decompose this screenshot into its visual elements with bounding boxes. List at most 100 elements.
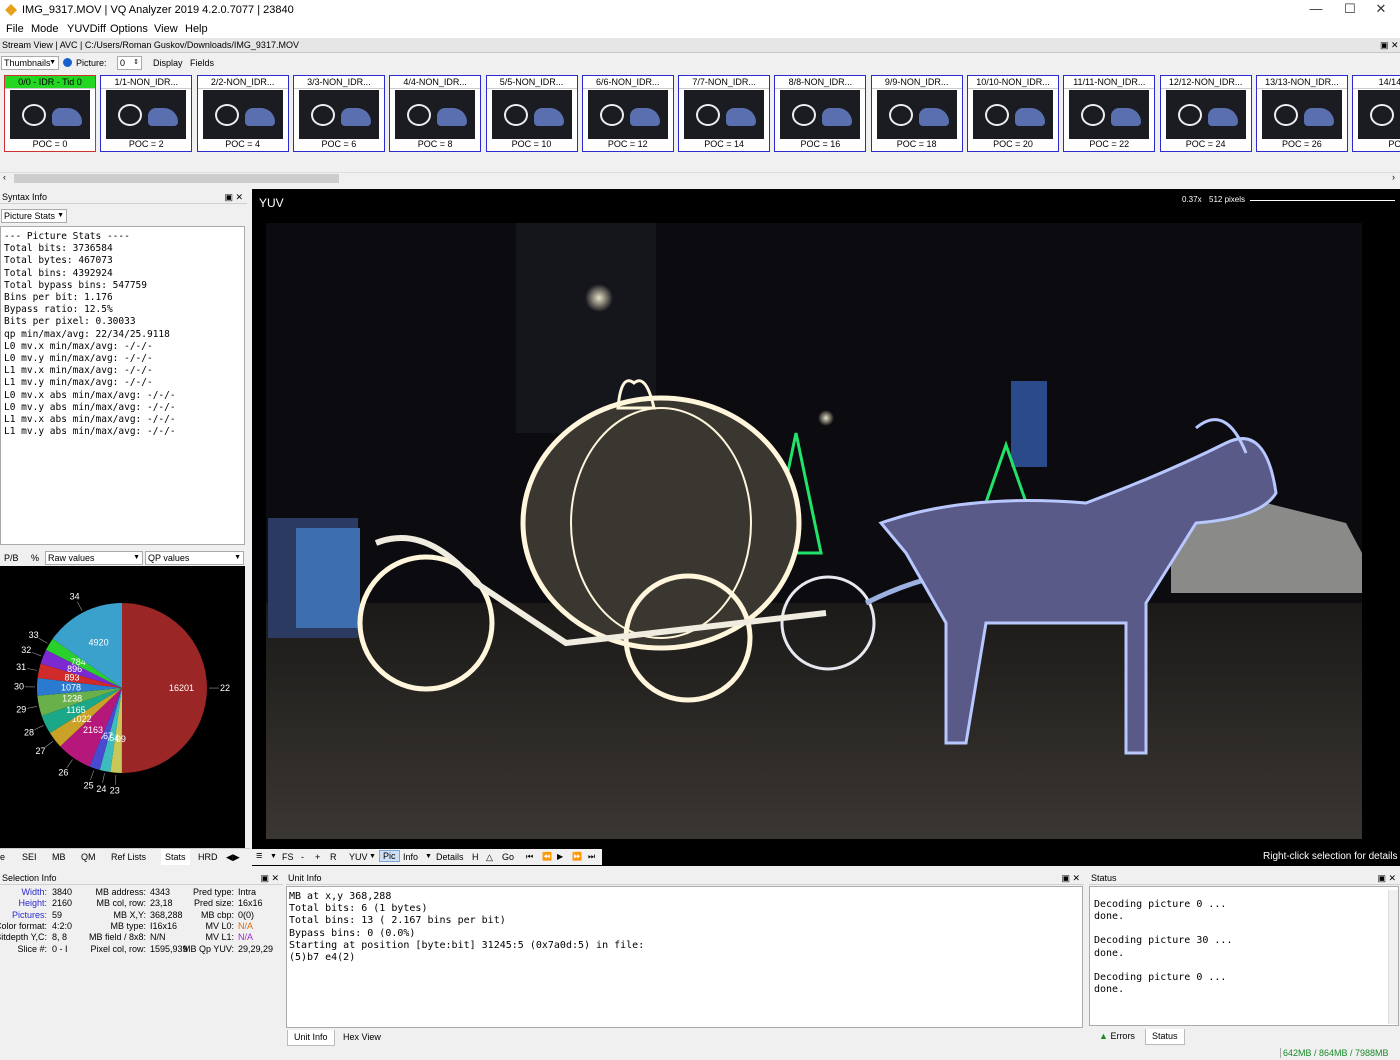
thumbnail-image: [973, 90, 1053, 139]
percent-toggle[interactable]: %: [31, 553, 39, 563]
prev-frame-icon[interactable]: ⏪: [542, 852, 552, 861]
selection-label: MB address:: [95, 887, 146, 897]
pie-qp-label: 31: [16, 662, 26, 672]
raw-values-select[interactable]: Raw values ▼: [45, 551, 143, 565]
thumbnail[interactable]: 2/2-NON_IDR... POC = 4: [196, 75, 289, 152]
tab-hex-view[interactable]: Hex View: [337, 1030, 387, 1046]
picture-label: Picture:: [76, 58, 107, 68]
minimize-button[interactable]: —: [1297, 0, 1335, 20]
next-frame-icon[interactable]: ⏩: [572, 852, 582, 861]
video-frame[interactable]: [266, 223, 1362, 839]
pie-value-label: 4920: [89, 638, 109, 648]
pie-leader-line: [34, 725, 44, 731]
pb-toggle[interactable]: P/B: [4, 553, 19, 563]
pie-leader-line: [27, 706, 38, 709]
scroll-left-icon[interactable]: ‹: [3, 172, 6, 182]
thumbnail[interactable]: 3/3-NON_IDR... POC = 6: [292, 75, 385, 152]
thumbnail[interactable]: 7/7-NON_IDR... POC = 14: [678, 75, 771, 152]
status-log: Decoding picture 0 ... done. Decoding pict…: [1089, 886, 1399, 1026]
thumbnail[interactable]: 8/8-NON_IDR... POC = 16: [774, 75, 867, 152]
qp-values-select[interactable]: QP values ▼: [145, 551, 244, 565]
thumbnail[interactable]: 5/5-NON_IDR... POC = 10: [485, 75, 578, 152]
scroll-right-icon[interactable]: ›: [1392, 172, 1395, 182]
reset-button[interactable]: R: [330, 852, 337, 862]
stats-line: qp min/max/avg: 22/34/25.9118: [4, 328, 170, 340]
thumbnail-poc: POC = 6: [321, 139, 357, 149]
thumbnail[interactable]: 1/1-NON_IDR... POC = 2: [100, 75, 193, 152]
tab-mb[interactable]: MB: [52, 852, 66, 862]
info-icon[interactable]: [63, 58, 72, 67]
info-toggle[interactable]: Info: [403, 852, 418, 862]
thumbnail[interactable]: 0/0 - IDR - Tid 0 POC = 0: [4, 75, 96, 152]
pic-toggle[interactable]: Pic: [379, 850, 400, 862]
thumbnail-scrollbar[interactable]: ‹ ›: [0, 172, 1400, 184]
selection-value: I16x16: [150, 920, 178, 931]
tab-scroll-icon[interactable]: ◀▶: [226, 852, 240, 863]
menu-dropdown-icon[interactable]: ▼: [270, 853, 277, 860]
selection-label: MV L0:: [205, 920, 234, 931]
yuv-video-view[interactable]: YUV 0.37x 512 pixels Right-click selecti…: [252, 189, 1400, 866]
thumbnail[interactable]: 13/13-NON_IDR... POC = 26: [1255, 75, 1348, 152]
view-mode-select[interactable]: Thumbnails ▼: [1, 56, 59, 70]
thumbnail-poc: POC = 12: [607, 139, 648, 149]
syntax-mode-select[interactable]: Picture Stats ▼: [1, 209, 67, 223]
pie-qp-label: 33: [29, 630, 39, 640]
fullscreen-button[interactable]: FS: [282, 852, 294, 862]
tab-errors[interactable]: ▲ Errors: [1093, 1029, 1141, 1045]
stats-line: L0 mv.y min/max/avg: -/-/-: [4, 353, 153, 365]
status-scrollbar[interactable]: [1388, 890, 1398, 1024]
menu-file[interactable]: File: [6, 23, 24, 35]
stream-view-controls[interactable]: ▣ ✕: [1380, 40, 1399, 51]
thumbnail[interactable]: 11/11-NON_IDR... POC = 22: [1063, 75, 1156, 152]
histogram-toggle[interactable]: H: [472, 852, 479, 862]
delta-icon[interactable]: △: [486, 852, 493, 863]
menu-options[interactable]: Options: [110, 23, 148, 35]
yuv-dropdown-icon[interactable]: ▼: [369, 853, 376, 860]
menu-yuvdiff[interactable]: YUVDiff: [67, 23, 106, 35]
selection-info-controls[interactable]: ▣ ✕: [260, 871, 279, 885]
tab-e[interactable]: e: [0, 852, 5, 862]
last-frame-icon[interactable]: ⏭: [588, 852, 595, 862]
thumbnail-image: [491, 90, 572, 139]
pie-slice: [121, 603, 208, 773]
thumbnail[interactable]: 6/6-NON_IDR... POC = 12: [581, 75, 674, 152]
status-controls[interactable]: ▣ ✕: [1377, 871, 1396, 885]
picture-spinner[interactable]: 0 ⇕: [117, 56, 142, 70]
first-frame-icon[interactable]: ⏮: [526, 852, 533, 862]
thumbnail[interactable]: 9/9-NON_IDR... POC = 18: [870, 75, 963, 152]
thumbnail[interactable]: 4/4-NON_IDR... POC = 8: [389, 75, 482, 152]
tab-unit-info[interactable]: Unit Info: [287, 1030, 335, 1046]
unit-info-controls[interactable]: ▣ ✕: [1061, 871, 1080, 885]
tab-qm[interactable]: QM: [81, 852, 96, 862]
zoom-in-button[interactable]: +: [315, 852, 320, 862]
tab-stats[interactable]: Stats: [161, 849, 190, 865]
menu-help[interactable]: Help: [185, 23, 208, 35]
status-line: Decoding picture 30 ...: [1094, 935, 1233, 947]
thumbnail[interactable]: 10/10-NON_IDR... POC = 20: [967, 75, 1059, 152]
close-button[interactable]: ✕: [1362, 0, 1400, 20]
goto-button[interactable]: Go: [502, 852, 514, 862]
pie-qp-label: 28: [24, 727, 34, 737]
hamburger-icon[interactable]: ≡: [256, 850, 262, 862]
yuv-select[interactable]: YUV: [349, 852, 368, 862]
thumbnail[interactable]: 14/14-NO POC: [1352, 75, 1400, 152]
tab-ref-lists[interactable]: Ref Lists: [111, 852, 146, 862]
details-toggle[interactable]: Details: [436, 852, 464, 862]
thumbnail-poc: POC = 8: [417, 139, 453, 149]
info-dropdown-icon[interactable]: ▼: [425, 853, 432, 860]
tab-sei[interactable]: SEI: [22, 852, 37, 862]
selection-label: MB cbp:: [200, 909, 234, 920]
menu-mode[interactable]: Mode: [31, 23, 59, 35]
selection-value: 3840: [52, 887, 73, 897]
play-icon[interactable]: ▶: [557, 852, 563, 861]
tab-status[interactable]: Status: [1145, 1029, 1185, 1045]
scrollbar-thumb[interactable]: [14, 174, 339, 183]
thumbnail-poc: POC: [1388, 139, 1400, 149]
thumbnail[interactable]: 12/12-NON_IDR... POC = 24: [1159, 75, 1252, 152]
display-button[interactable]: Display: [153, 58, 183, 68]
tab-hrd[interactable]: HRD: [198, 852, 218, 862]
menu-view[interactable]: View: [154, 23, 178, 35]
zoom-out-button[interactable]: -: [301, 852, 304, 862]
fields-button[interactable]: Fields: [190, 58, 214, 68]
syntax-info-controls[interactable]: ▣ ✕: [224, 190, 243, 204]
